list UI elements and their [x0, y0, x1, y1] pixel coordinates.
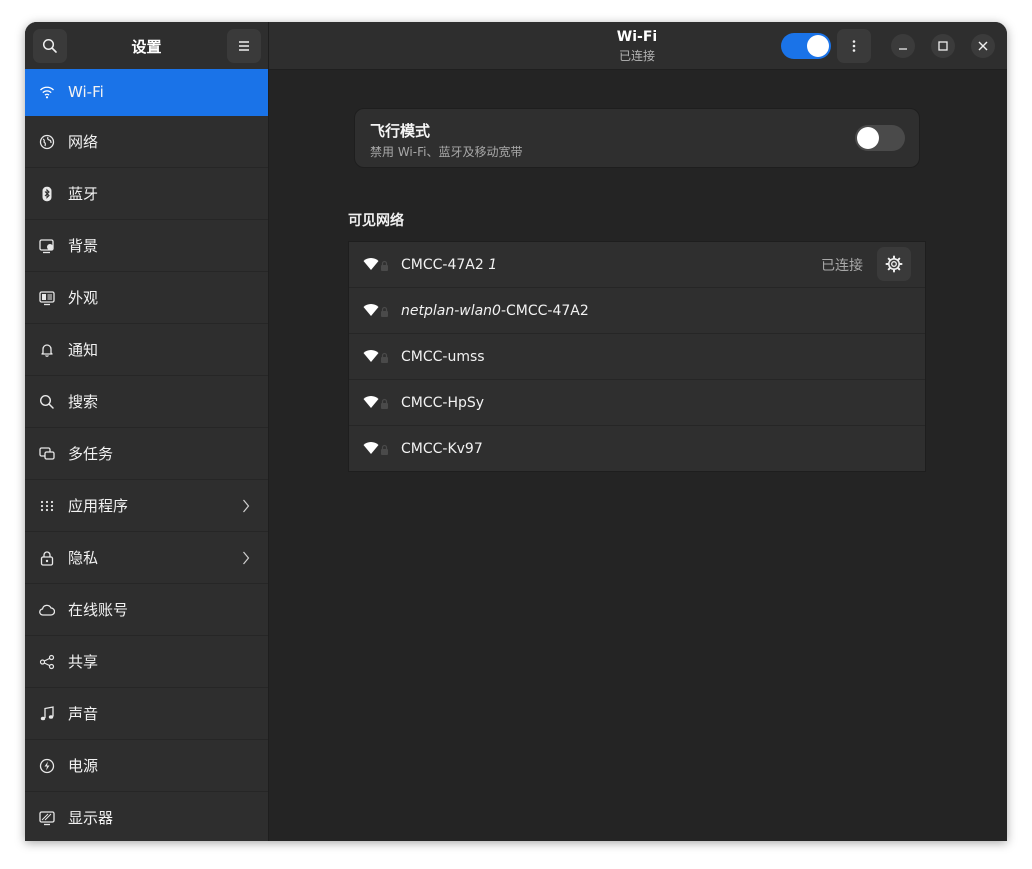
sidebar-item-multitasking[interactable]: 多任务 [25, 428, 268, 480]
sidebar-title: 设置 [131, 38, 162, 56]
sidebar-item-wifi[interactable]: Wi-Fi [25, 69, 268, 116]
close-icon [978, 41, 988, 51]
airplane-mode-title: 飞行模式 [370, 122, 431, 140]
share-icon [39, 654, 55, 670]
wifi-icon [39, 84, 55, 100]
minimize-icon [899, 48, 907, 50]
sidebar-item-label: 电源 [68, 757, 99, 775]
sidebar-item-applications[interactable]: 应用程序 [25, 480, 268, 532]
network-row[interactable]: netplan-wlan0-CMCC-47A2 [349, 288, 925, 334]
airplane-mode-subtitle: 禁用 Wi-Fi、蓝牙及移动宽带 [370, 145, 523, 159]
music-note-icon [39, 705, 55, 722]
sidebar-item-background[interactable]: 背景 [25, 220, 268, 272]
wifi-menu-button[interactable] [837, 29, 871, 63]
sidebar-header: 设置 [25, 22, 268, 70]
globe-icon [39, 134, 55, 150]
wifi-secure-icon [363, 442, 388, 455]
power-icon [39, 758, 55, 774]
sidebar-item-label: 搜索 [68, 393, 99, 411]
search-icon [39, 394, 55, 410]
sidebar-item-notifications[interactable]: 通知 [25, 324, 268, 376]
sidebar-item-privacy[interactable]: 隐私 [25, 532, 268, 584]
network-name: CMCC-Kv97 [401, 440, 483, 457]
sidebar-item-label: 蓝牙 [68, 185, 99, 203]
header-bar: Wi-Fi 已连接 [269, 22, 1007, 70]
chevron-right-icon [243, 551, 250, 564]
hamburger-icon [239, 41, 249, 51]
sidebar-item-label: Wi-Fi [68, 83, 104, 101]
wifi-toggle[interactable] [781, 33, 831, 59]
sidebar-item-search[interactable]: 搜索 [25, 376, 268, 428]
network-row[interactable]: CMCC-umss [349, 334, 925, 380]
airplane-mode-toggle[interactable] [855, 125, 905, 151]
search-icon [42, 38, 57, 53]
content-area: 飞行模式 禁用 Wi-Fi、蓝牙及移动宽带 可见网络 CMCC-47A2 1 已… [269, 70, 1007, 841]
sidebar-item-label: 多任务 [68, 445, 114, 463]
bluetooth-icon [39, 186, 55, 202]
sidebar-item-appearance[interactable]: 外观 [25, 272, 268, 324]
gear-icon [885, 255, 903, 273]
sidebar-item-online-accounts[interactable]: 在线账号 [25, 584, 268, 636]
sidebar-item-sound[interactable]: 声音 [25, 688, 268, 740]
sidebar-item-label: 背景 [68, 237, 99, 255]
sidebar-item-label: 声音 [68, 705, 99, 723]
sidebar: 设置 Wi-Fi 网络 蓝牙 背景 外观 通知 搜索 多任务 应用程序 隐私 在… [25, 22, 269, 841]
bell-icon [39, 342, 55, 358]
network-row[interactable]: CMCC-Kv97 [349, 426, 925, 471]
airplane-mode-row: 飞行模式 禁用 Wi-Fi、蓝牙及移动宽带 [354, 108, 920, 168]
network-list: CMCC-47A2 1 已连接 netplan-wlan0-CMCC-47A2 … [348, 241, 926, 472]
search-button[interactable] [33, 29, 67, 63]
background-icon [39, 238, 55, 254]
sidebar-item-power[interactable]: 电源 [25, 740, 268, 792]
sidebar-item-network[interactable]: 网络 [25, 116, 268, 168]
network-row[interactable]: CMCC-HpSy [349, 380, 925, 426]
sidebar-item-sharing[interactable]: 共享 [25, 636, 268, 688]
sidebar-list: Wi-Fi 网络 蓝牙 背景 外观 通知 搜索 多任务 应用程序 隐私 在线账号… [25, 69, 268, 841]
sidebar-item-label: 隐私 [68, 549, 99, 567]
wifi-secure-icon [363, 258, 388, 271]
display-icon [39, 810, 55, 826]
sidebar-item-displays[interactable]: 显示器 [25, 792, 268, 841]
wifi-secure-icon [363, 304, 388, 317]
chevron-right-icon [243, 499, 250, 512]
apps-grid-icon [39, 498, 55, 514]
main-menu-button[interactable] [227, 29, 261, 63]
network-settings-button[interactable] [877, 247, 911, 281]
sidebar-item-label: 通知 [68, 341, 99, 359]
sidebar-item-label: 共享 [68, 653, 99, 671]
sidebar-item-label: 网络 [68, 133, 99, 151]
network-name: CMCC-HpSy [401, 394, 485, 411]
close-button[interactable] [971, 34, 995, 58]
network-row[interactable]: CMCC-47A2 1 已连接 [349, 242, 925, 288]
maximize-button[interactable] [931, 34, 955, 58]
toggle-knob [857, 127, 879, 149]
network-name: CMCC-umss [401, 348, 485, 365]
network-name: netplan-wlan0-CMCC-47A2 [401, 302, 589, 319]
lock-icon [39, 550, 55, 566]
sidebar-item-label: 显示器 [68, 809, 114, 827]
sidebar-item-label: 应用程序 [68, 497, 129, 515]
wifi-secure-icon [363, 350, 388, 363]
visible-networks-title: 可见网络 [348, 213, 404, 229]
toggle-knob [807, 35, 829, 57]
maximize-icon [938, 41, 948, 51]
more-vertical-icon [852, 40, 856, 52]
sidebar-item-label: 在线账号 [68, 601, 129, 619]
wifi-secure-icon [363, 396, 388, 409]
appearance-icon [39, 290, 55, 306]
sidebar-item-label: 外观 [68, 289, 99, 307]
minimize-button[interactable] [891, 34, 915, 58]
connection-status: 已连接 [821, 257, 863, 274]
cloud-icon [39, 602, 55, 618]
network-name: CMCC-47A2 1 [401, 256, 498, 273]
sidebar-item-bluetooth[interactable]: 蓝牙 [25, 168, 268, 220]
settings-window: 设置 Wi-Fi 网络 蓝牙 背景 外观 通知 搜索 多任务 应用程序 隐私 在… [25, 22, 1007, 841]
multitasking-icon [39, 446, 55, 462]
